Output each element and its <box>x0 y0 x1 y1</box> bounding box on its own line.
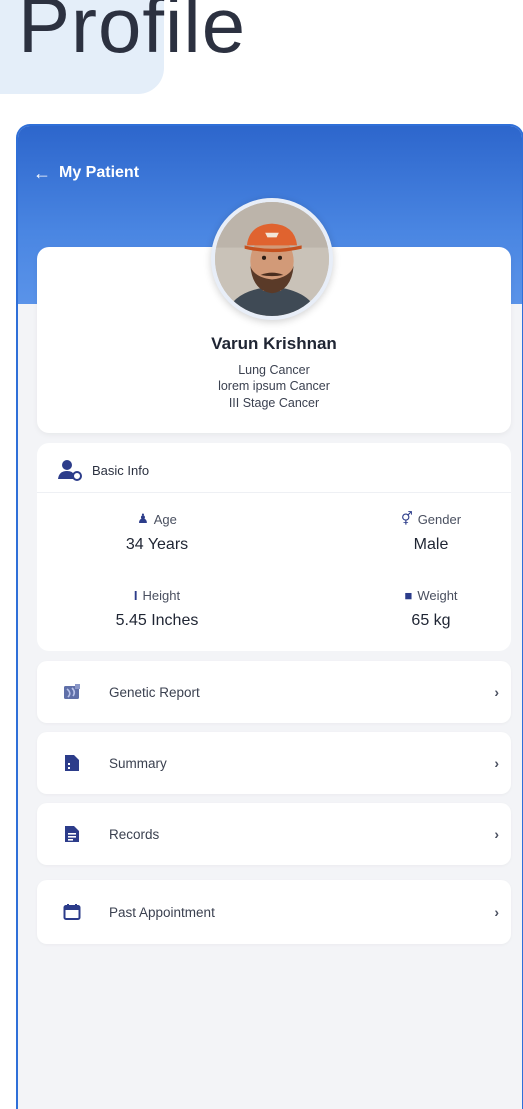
menu-item-past-appointment[interactable]: Past Appointment › <box>37 880 511 944</box>
person-icon: ♟ <box>137 511 149 526</box>
arrow-left-icon: ← <box>33 163 51 183</box>
patient-name: Varun Krishnan <box>211 334 337 353</box>
avatar-photo <box>215 202 329 316</box>
menu-item-label: Genetic Report <box>109 684 200 700</box>
basic-info-title: Basic Info <box>92 463 150 478</box>
screen: Profile ← My Patient Varun Krishnan Lung… <box>0 0 523 1109</box>
height-icon: I <box>133 588 138 603</box>
gender-label: Gender <box>417 511 462 527</box>
height-stat: I Height 5.45 Inches <box>77 588 237 630</box>
menu-item-genetic-report[interactable]: Genetic Report › <box>37 661 511 723</box>
records-icon <box>65 826 79 842</box>
chevron-right-icon: › <box>494 755 499 771</box>
chevron-right-icon: › <box>494 826 499 842</box>
avatar <box>211 198 333 320</box>
menu-item-label: Past Appointment <box>109 904 215 920</box>
menu-item-label: Records <box>109 826 160 842</box>
basic-info-header: Basic Info <box>37 443 511 493</box>
back-label: My Patient <box>59 164 140 181</box>
chevron-right-icon: › <box>494 684 499 700</box>
chevron-right-icon: › <box>494 904 499 920</box>
weight-label: Weight <box>417 588 458 603</box>
height-value: 5.45 Inches <box>115 612 199 629</box>
phone-frame: ← My Patient Varun Krishnan Lung Cancer … <box>16 124 523 1109</box>
summary-icon <box>65 755 79 771</box>
back-button[interactable]: ← My Patient <box>33 164 139 182</box>
calendar-icon <box>63 904 81 920</box>
gender-stat: ⚥ Gender Male <box>351 511 511 554</box>
patient-diagnosis: III Stage Cancer <box>228 396 320 410</box>
age-value: 34 Years <box>125 536 189 553</box>
weight-icon: ■ <box>404 588 413 603</box>
gender-icon: ⚥ <box>400 511 413 526</box>
page-heading: Profile <box>18 0 247 69</box>
age-label: Age <box>153 511 177 527</box>
patient-diagnosis: Lung Cancer <box>238 363 310 377</box>
user-settings-icon <box>58 460 82 481</box>
weight-stat: ■ Weight 65 kg <box>351 588 511 630</box>
age-stat: ♟ Age 34 Years <box>77 511 237 554</box>
height-label: Height <box>142 588 181 603</box>
basic-info-card: Basic Info ♟ Age 34 Years ⚥ Gender Male … <box>37 443 511 651</box>
menu-item-label: Summary <box>109 755 167 771</box>
gender-value: Male <box>413 536 449 553</box>
menu-item-summary[interactable]: Summary › <box>37 732 511 794</box>
genetic-report-icon <box>64 684 80 699</box>
weight-value: 65 kg <box>411 612 451 629</box>
patient-diagnosis: lorem ipsum Cancer <box>218 379 330 393</box>
menu-item-records[interactable]: Records › <box>37 803 511 865</box>
